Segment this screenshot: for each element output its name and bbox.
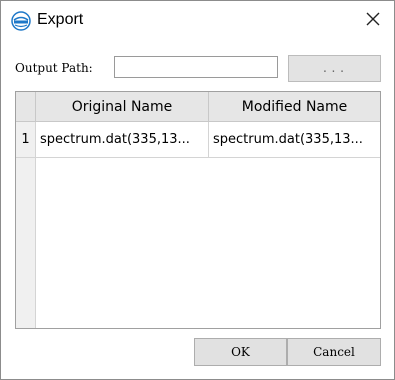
row-number[interactable]: 1: [16, 122, 36, 158]
export-dialog: Export Output Path: ... Original Name Mo…: [0, 0, 395, 380]
cancel-button[interactable]: Cancel: [287, 338, 381, 366]
column-header-modified-name[interactable]: Modified Name: [209, 92, 380, 122]
close-button[interactable]: [358, 5, 388, 35]
dialog-title: Export: [37, 11, 84, 28]
rename-table: Original Name Modified Name 1 spectrum.d…: [15, 91, 381, 329]
column-header-original-name[interactable]: Original Name: [36, 92, 209, 122]
app-logo-icon: [11, 11, 31, 31]
table-corner[interactable]: [16, 92, 36, 122]
title-bar[interactable]: Export: [1, 1, 394, 39]
close-icon: [366, 11, 380, 30]
ok-button[interactable]: OK: [194, 338, 287, 366]
browse-button[interactable]: ...: [288, 55, 381, 82]
output-path-label: Output Path:: [15, 61, 93, 75]
cell-original-name[interactable]: spectrum.dat(335,13...: [36, 122, 209, 158]
cell-modified-name[interactable]: spectrum.dat(335,13...: [209, 122, 380, 158]
output-path-input[interactable]: [114, 56, 278, 78]
